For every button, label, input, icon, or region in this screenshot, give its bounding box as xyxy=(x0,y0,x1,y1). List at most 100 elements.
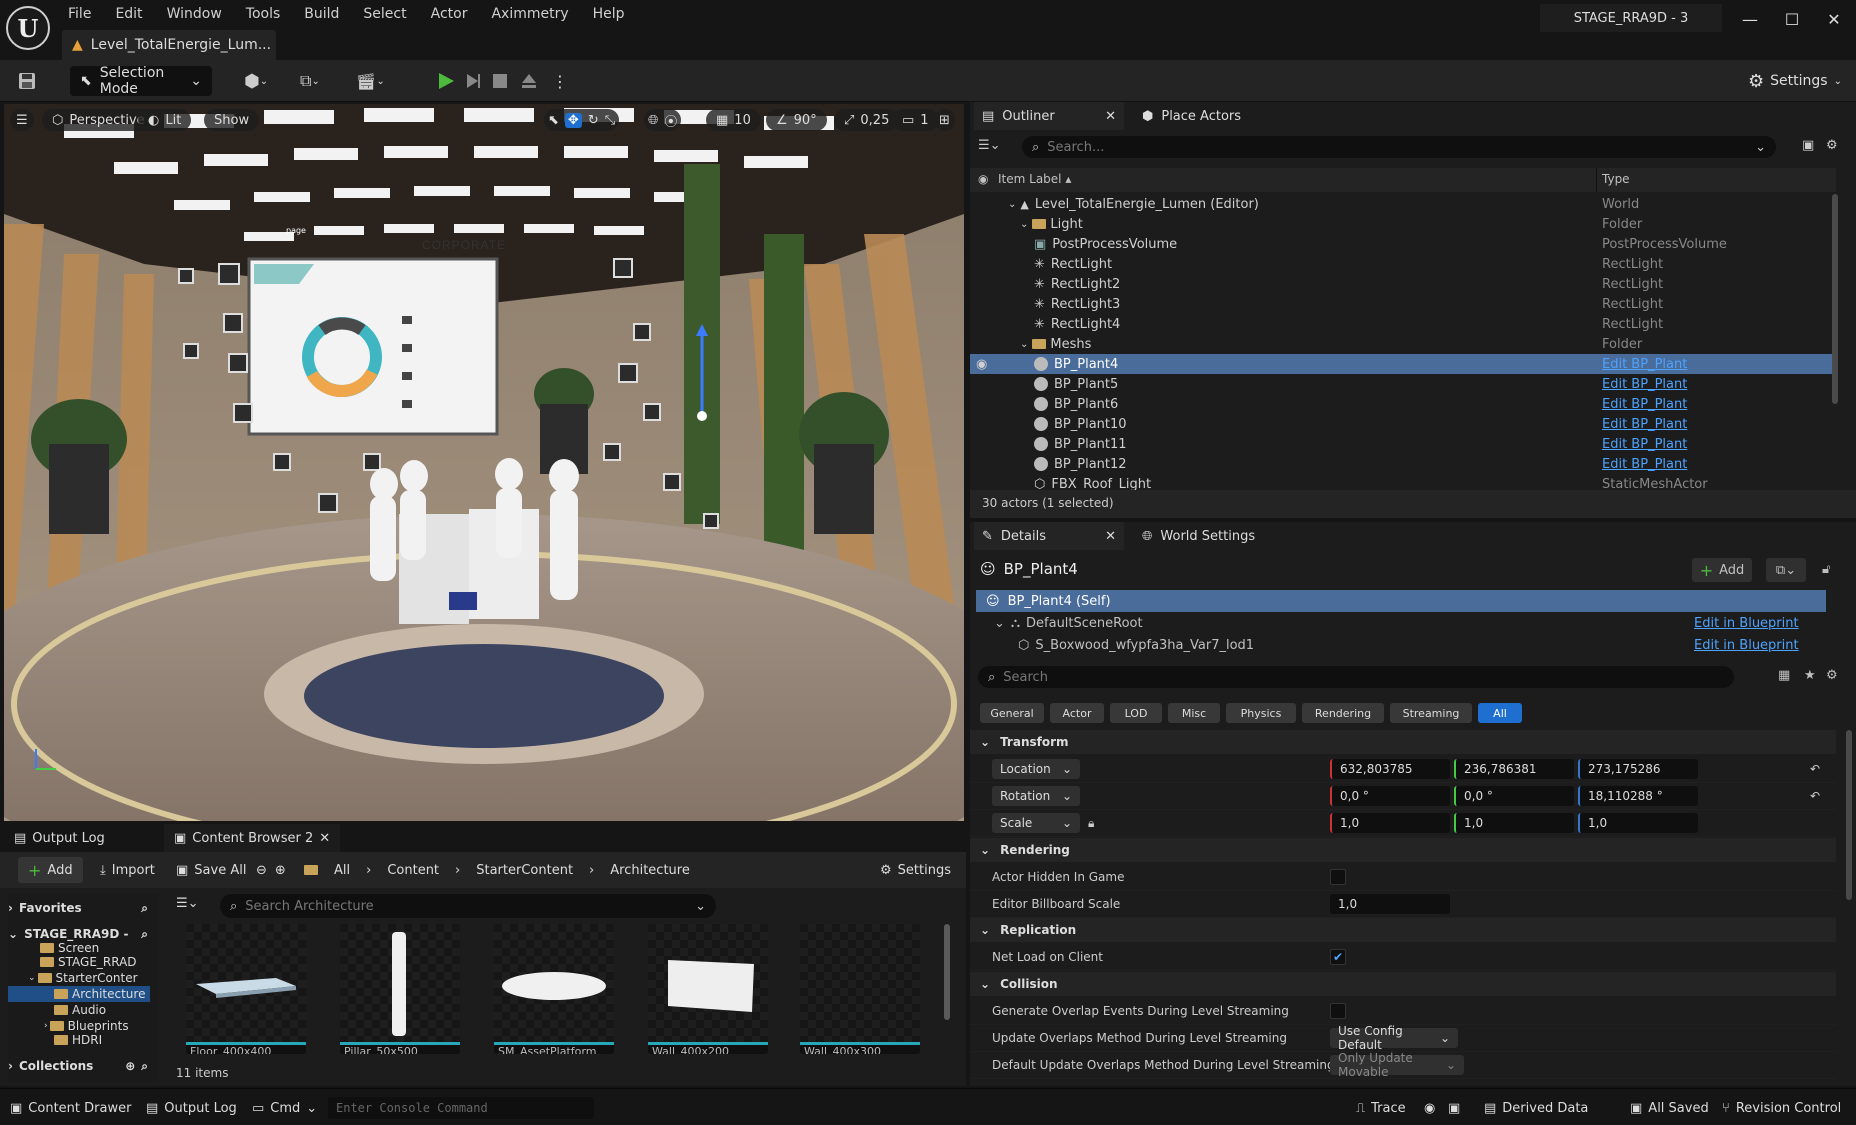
lit-dropdown[interactable]: ◐ Lit xyxy=(138,109,192,131)
tab-outliner[interactable]: ▤ Outliner ✕ xyxy=(974,102,1124,130)
filter-rendering[interactable]: Rendering xyxy=(1302,703,1384,723)
outliner-row[interactable]: BP_Plant10 Edit BP_Plant xyxy=(970,414,1836,434)
outliner-row-selected[interactable]: ◉ BP_Plant4 Edit BP_Plant xyxy=(970,354,1836,374)
tab-details[interactable]: ✎ Details ✕ xyxy=(974,522,1124,550)
asset-search-input[interactable]: ⌕ Search Architecture ⌄ xyxy=(220,894,716,918)
level-document-tab[interactable]: ▲ Level_TotalEnergie_Lum... xyxy=(62,30,276,60)
close-tab-icon[interactable]: ✕ xyxy=(319,831,330,846)
maximize-viewport-icon[interactable]: ⊞ xyxy=(934,109,955,131)
tree-item[interactable]: STAGE_RRAD xyxy=(40,954,140,970)
col-item-label[interactable]: Item Label ▴ xyxy=(998,172,1071,186)
blueprints-icon[interactable]: ⧉ ⌄ xyxy=(300,66,320,96)
forward-icon[interactable]: ⊕ xyxy=(275,863,286,878)
scale-snap-toggle[interactable]: ⤢ 0,25 xyxy=(834,109,900,131)
tree-item[interactable]: HDRI xyxy=(54,1034,144,1046)
asset-tile[interactable]: Pillar_50x500 xyxy=(340,924,460,1054)
back-icon[interactable]: ⊖ xyxy=(256,863,267,878)
tab-world-settings[interactable]: 🌐︎ World Settings xyxy=(1134,522,1263,550)
breadcrumb-content[interactable]: Content xyxy=(387,863,439,878)
outliner-search-input[interactable]: ⌕ Search... ⌄ xyxy=(1022,136,1776,158)
add-component-button[interactable]: + Add xyxy=(1692,558,1752,582)
breadcrumb-startercontent[interactable]: StarterContent xyxy=(476,863,573,878)
visibility-icon[interactable]: ◉ xyxy=(976,357,987,372)
outliner-row[interactable]: ▣ PostProcessVolume PostProcessVolume xyxy=(970,234,1836,254)
edit-in-blueprint-link[interactable]: Edit in Blueprint xyxy=(1694,616,1799,631)
revision-control-button[interactable]: ⑂ Revision Control xyxy=(1722,1097,1841,1119)
close-tab-icon[interactable]: ✕ xyxy=(1105,109,1116,124)
outliner-row[interactable]: ✳ RectLight RectLight xyxy=(970,254,1836,274)
add-button[interactable]: + Add xyxy=(18,857,83,883)
grid-snap-toggle[interactable]: ▦ 10 xyxy=(706,109,761,131)
scale-x-field[interactable]: 1,0 xyxy=(1330,813,1450,833)
camera-icon[interactable]: ▣ xyxy=(1448,1097,1460,1119)
location-dropdown[interactable]: Location ⌄ xyxy=(992,759,1080,779)
caret-down-icon[interactable]: ⌄ xyxy=(1020,339,1028,350)
lock-icon[interactable]: 🔒︎ xyxy=(1088,816,1094,831)
rotation-snap-toggle[interactable]: ∠ 90° xyxy=(766,109,827,131)
rotation-x-field[interactable]: 0,0 ° xyxy=(1330,786,1450,806)
rotation-y-field[interactable]: 0,0 ° xyxy=(1454,786,1574,806)
scale-z-field[interactable]: 1,0 xyxy=(1578,813,1698,833)
component-root[interactable]: ⌄ ⛬ DefaultSceneRoot xyxy=(994,616,1143,631)
edit-blueprint-link[interactable]: Edit BP_Plant xyxy=(1602,377,1687,392)
edit-blueprint-link[interactable]: Edit BP_Plant xyxy=(1602,417,1687,432)
breadcrumb-all[interactable]: All xyxy=(334,863,350,878)
camera-speed[interactable]: ▭ 1 xyxy=(892,109,939,131)
play-icon[interactable] xyxy=(436,66,456,96)
category-rendering[interactable]: ⌄ Rendering xyxy=(970,838,1836,862)
details-search-input[interactable]: ⌕ Search xyxy=(978,666,1734,688)
favorites-section[interactable]: › Favorites ⌕ xyxy=(8,900,148,916)
record-icon[interactable]: ◉ xyxy=(1424,1097,1435,1119)
default-update-overlap-dropdown[interactable]: Only Update Movable ⌄ xyxy=(1330,1051,1464,1079)
outliner-row[interactable]: ✳ RectLight2 RectLight xyxy=(970,274,1836,294)
search-icon[interactable]: ⌕ xyxy=(141,927,148,942)
settings-dropdown[interactable]: ⚙ Settings ⌄ xyxy=(1748,66,1842,96)
edit-blueprint-link[interactable]: Edit BP_Plant xyxy=(1602,357,1687,372)
filter-icon[interactable]: ☰⌄ xyxy=(978,138,1001,153)
blueprint-dropdown[interactable]: ⧉⌄ xyxy=(1766,558,1806,582)
more-options-icon[interactable]: ⋮ xyxy=(552,66,568,96)
tab-output-log[interactable]: ▤ Output Log xyxy=(4,824,115,852)
billboard-scale-field[interactable]: 1,0 xyxy=(1330,894,1450,914)
menu-window[interactable]: Window xyxy=(155,4,234,24)
rotation-z-field[interactable]: 18,110288 ° xyxy=(1578,786,1698,806)
menu-aximmetry[interactable]: Aximmetry xyxy=(479,4,580,24)
category-transform[interactable]: ⌄ Transform xyxy=(970,730,1836,754)
menu-tools[interactable]: Tools xyxy=(234,4,293,24)
minimize-icon[interactable]: — xyxy=(1730,6,1770,32)
category-replication[interactable]: ⌄ Replication xyxy=(970,918,1836,942)
world-space-icon[interactable]: 🌐︎ xyxy=(648,113,658,128)
import-button[interactable]: ⤓ Import xyxy=(100,857,155,883)
component-self[interactable]: ☺ BP_Plant4 (Self) xyxy=(976,590,1826,612)
lock-icon[interactable]: 🔓︎ xyxy=(1822,562,1830,577)
tree-item[interactable]: ⌄ StarterConter xyxy=(28,970,150,986)
maximize-icon[interactable]: ☐ xyxy=(1772,6,1812,32)
viewport-menu-icon[interactable]: ☰ xyxy=(10,109,34,131)
menu-edit[interactable]: Edit xyxy=(103,4,154,24)
search-icon[interactable]: ⌕ xyxy=(141,901,148,916)
table-view-icon[interactable]: ▦ xyxy=(1778,668,1790,683)
star-icon[interactable]: ★ xyxy=(1804,668,1816,683)
gear-icon[interactable]: ⚙ xyxy=(1826,138,1838,153)
outliner-row[interactable]: ⌄ Light Folder xyxy=(970,214,1836,234)
tree-item[interactable]: › Blueprints xyxy=(44,1018,144,1034)
filter-streaming[interactable]: Streaming xyxy=(1390,703,1472,723)
details-scrollbar[interactable] xyxy=(1846,730,1852,900)
caret-down-icon[interactable]: ⌄ xyxy=(1020,219,1028,230)
gear-icon[interactable]: ⚙ xyxy=(1826,668,1838,683)
outliner-row[interactable]: BP_Plant11 Edit BP_Plant xyxy=(970,434,1836,454)
all-saved-button[interactable]: ▣ All Saved xyxy=(1630,1097,1709,1119)
update-overlap-dropdown[interactable]: Use Config Default ⌄ xyxy=(1330,1024,1458,1052)
breadcrumb-architecture[interactable]: Architecture xyxy=(610,863,690,878)
location-y-field[interactable]: 236,786381 xyxy=(1454,759,1574,779)
outliner-row[interactable]: BP_Plant6 Edit BP_Plant xyxy=(970,394,1836,414)
add-collection-icon[interactable]: ⊕ xyxy=(125,1059,135,1073)
derived-data-button[interactable]: ▤ Derived Data xyxy=(1484,1097,1588,1119)
level-viewport[interactable]: CORPORATE page ☰ ⬡ Perspective ◐ Lit Show … xyxy=(4,104,964,821)
location-z-field[interactable]: 273,175286 xyxy=(1578,759,1698,779)
filter-actor[interactable]: Actor xyxy=(1050,703,1104,723)
reset-icon[interactable]: ↶ xyxy=(1810,762,1820,776)
filter-general[interactable]: General xyxy=(980,703,1044,723)
edit-in-blueprint-link[interactable]: Edit in Blueprint xyxy=(1694,638,1799,653)
outliner-row[interactable]: ✳ RectLight3 RectLight xyxy=(970,294,1836,314)
